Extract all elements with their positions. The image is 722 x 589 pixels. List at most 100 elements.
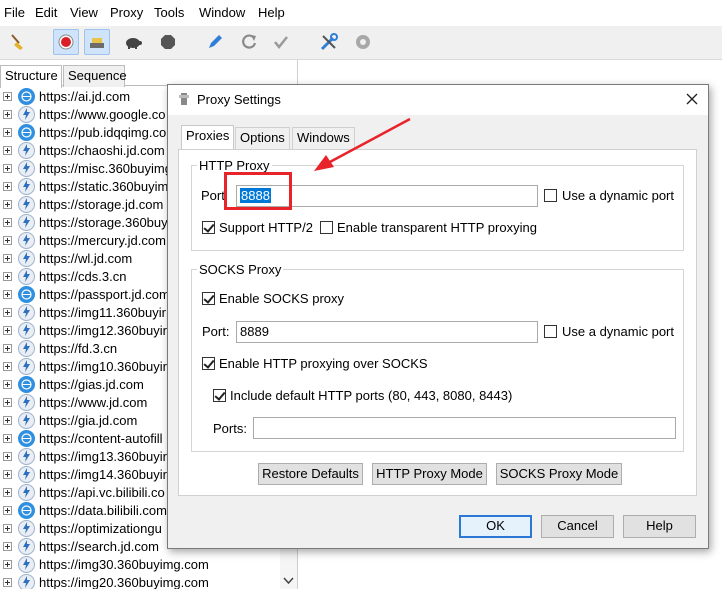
expand-icon[interactable]	[3, 361, 12, 371]
lightning-icon	[18, 465, 35, 483]
include-default-ports-checkbox[interactable]	[213, 389, 226, 402]
globe-icon	[18, 375, 35, 393]
http-over-socks-checkbox[interactable]	[202, 357, 215, 370]
record-icon[interactable]	[53, 29, 79, 55]
http-over-socks-label: Enable HTTP proxying over SOCKS	[219, 356, 428, 371]
support-http2-label: Support HTTP/2	[219, 220, 313, 235]
lightning-icon	[18, 105, 35, 123]
expand-icon[interactable]	[3, 307, 12, 317]
expand-icon[interactable]	[3, 271, 12, 281]
menu-bar: File Edit View Proxy Tools Window Help	[0, 0, 722, 26]
session-host: https://optimizationgu	[39, 520, 162, 536]
tab-options[interactable]: Options	[235, 127, 290, 149]
refresh-icon[interactable]	[236, 29, 262, 55]
close-icon[interactable]	[686, 93, 698, 105]
proxy-settings-dialog: Proxy Settings Proxies Options Windows H…	[167, 84, 709, 549]
menu-window[interactable]: Window	[199, 5, 245, 20]
session-host: https://misc.360buyimg	[39, 160, 172, 176]
cancel-button[interactable]: Cancel	[541, 515, 614, 538]
help-button[interactable]: Help	[623, 515, 696, 538]
socks-proxy-mode-button[interactable]: SOCKS Proxy Mode	[496, 463, 622, 485]
session-host: https://img12.360buyir	[39, 322, 167, 338]
session-host: https://storage.jd.com	[39, 196, 164, 212]
panel-tabs: Structure Sequence	[0, 62, 298, 88]
pencil-icon[interactable]	[202, 29, 228, 55]
expand-icon[interactable]	[3, 577, 12, 587]
ok-button[interactable]: OK	[459, 515, 532, 538]
expand-icon[interactable]	[3, 91, 12, 101]
session-host: https://img13.360buyir	[39, 448, 167, 464]
session-host: https://img14.360buyir	[39, 466, 167, 482]
checkmark-icon[interactable]	[268, 29, 294, 55]
menu-proxy[interactable]: Proxy	[110, 5, 143, 20]
expand-icon[interactable]	[3, 469, 12, 479]
expand-icon[interactable]	[3, 253, 12, 263]
expand-icon[interactable]	[3, 235, 12, 245]
chevron-down-icon[interactable]	[283, 577, 294, 585]
expand-icon[interactable]	[3, 415, 12, 425]
expand-icon[interactable]	[3, 127, 12, 137]
menu-edit[interactable]: Edit	[35, 5, 57, 20]
expand-icon[interactable]	[3, 181, 12, 191]
expand-icon[interactable]	[3, 289, 12, 299]
session-row[interactable]: https://img20.360buyimg.com	[0, 573, 280, 589]
tab-sequence[interactable]: Sequence	[63, 65, 127, 87]
socks-port-input[interactable]: 8889	[236, 321, 538, 343]
session-host: https://www.jd.com	[39, 394, 148, 410]
lightning-icon	[18, 249, 35, 267]
session-host: https://mercury.jd.com	[39, 232, 166, 248]
http-group-title: HTTP Proxy	[197, 158, 272, 173]
session-row[interactable]: https://img30.360buyimg.com	[0, 555, 280, 573]
globe-icon	[18, 123, 35, 141]
session-host: https://img30.360buyimg.com	[39, 556, 209, 572]
expand-icon[interactable]	[3, 379, 12, 389]
expand-icon[interactable]	[3, 505, 12, 515]
expand-icon[interactable]	[3, 325, 12, 335]
lightning-icon	[18, 411, 35, 429]
expand-icon[interactable]	[3, 199, 12, 209]
expand-icon[interactable]	[3, 523, 12, 533]
ports-input[interactable]	[253, 417, 676, 439]
expand-icon[interactable]	[3, 145, 12, 155]
socks-port-label: Port:	[202, 324, 230, 339]
transparent-proxy-checkbox[interactable]	[320, 221, 333, 234]
lightning-icon	[18, 159, 35, 177]
expand-icon[interactable]	[3, 433, 12, 443]
lightning-icon	[18, 339, 35, 357]
menu-tools[interactable]: Tools	[154, 5, 184, 20]
enable-socks-checkbox[interactable]	[202, 292, 215, 305]
expand-icon[interactable]	[3, 397, 12, 407]
expand-icon[interactable]	[3, 559, 12, 569]
app-icon	[179, 93, 189, 105]
throttle-icon[interactable]	[84, 29, 110, 55]
gear-icon[interactable]	[350, 29, 376, 55]
expand-icon[interactable]	[3, 487, 12, 497]
expand-icon[interactable]	[3, 451, 12, 461]
socks-dynamic-port-checkbox[interactable]	[544, 325, 557, 338]
globe-icon	[18, 501, 35, 519]
support-http2-checkbox[interactable]	[202, 221, 215, 234]
tab-proxies[interactable]: Proxies	[181, 125, 235, 150]
expand-icon[interactable]	[3, 217, 12, 227]
annotation-highlight-box	[224, 172, 292, 210]
tab-structure[interactable]: Structure	[0, 65, 62, 88]
http-dynamic-port-checkbox[interactable]	[544, 189, 557, 202]
ports-label: Ports:	[213, 421, 247, 436]
turtle-icon[interactable]	[120, 29, 146, 55]
session-host: https://chaoshi.jd.com	[39, 142, 165, 158]
restore-defaults-button[interactable]: Restore Defaults	[258, 463, 363, 485]
expand-icon[interactable]	[3, 541, 12, 551]
lightning-icon	[18, 213, 35, 231]
expand-icon[interactable]	[3, 343, 12, 353]
expand-icon[interactable]	[3, 109, 12, 119]
session-host: https://pub.idqqimg.co	[39, 124, 167, 140]
broom-icon[interactable]	[5, 29, 31, 55]
menu-help[interactable]: Help	[258, 5, 285, 20]
tools-icon[interactable]	[316, 29, 342, 55]
session-host: https://wl.jd.com	[39, 250, 133, 266]
menu-file[interactable]: File	[4, 5, 25, 20]
stop-icon[interactable]	[155, 29, 181, 55]
expand-icon[interactable]	[3, 163, 12, 173]
http-proxy-mode-button[interactable]: HTTP Proxy Mode	[372, 463, 487, 485]
menu-view[interactable]: View	[70, 5, 98, 20]
